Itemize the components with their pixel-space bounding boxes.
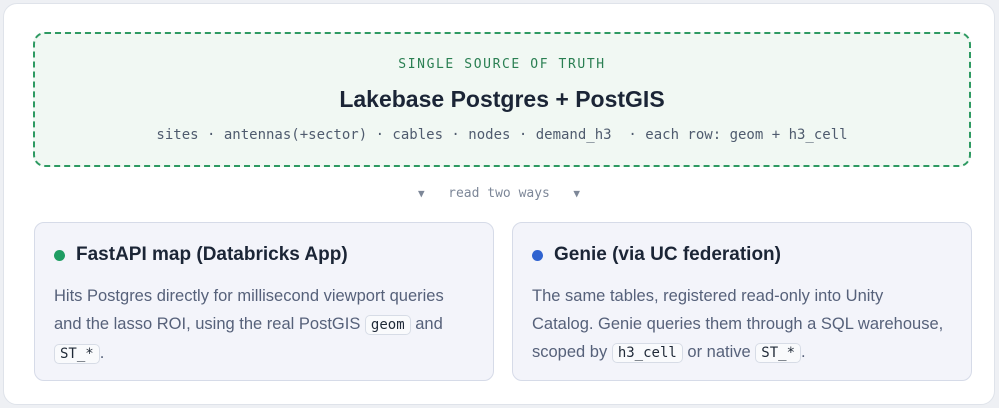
source-tables: sites · antennas(+sector) · cables · nod…	[156, 127, 848, 143]
card-genie: Genie (via UC federation) The same table…	[512, 222, 972, 381]
code-geom: geom	[364, 315, 411, 335]
body-text: and	[410, 315, 443, 333]
down-arrow-icon: ▼	[573, 187, 580, 200]
source-title: Lakebase Postgres + PostGIS	[339, 86, 665, 112]
body-text: or native	[682, 343, 756, 361]
card-body: Hits Postgres directly for millisecond v…	[54, 282, 471, 368]
card-fastapi-map: FastAPI map (Databricks App) Hits Postgr…	[34, 222, 494, 381]
card-header: Genie (via UC federation)	[532, 244, 781, 266]
down-arrow-icon: ▼	[418, 187, 425, 200]
body-text: .	[99, 344, 105, 362]
code-st-functions: ST_*	[755, 343, 802, 363]
connector-label: read two ways	[448, 186, 550, 201]
card-body: The same tables, registered read-only in…	[532, 282, 949, 367]
source-eyebrow: SINGLE SOURCE OF TRUTH	[398, 57, 606, 72]
card-title: FastAPI map (Databricks App)	[76, 244, 348, 265]
status-dot-icon	[54, 249, 65, 261]
source-of-truth-box: SINGLE SOURCE OF TRUTH Lakebase Postgres…	[33, 32, 971, 167]
code-st-functions: ST_*	[54, 344, 100, 364]
card-header: FastAPI map (Databricks App)	[54, 244, 348, 266]
body-text: .	[801, 343, 806, 361]
diagram-frame: SINGLE SOURCE OF TRUTH Lakebase Postgres…	[3, 3, 995, 405]
status-dot-icon	[532, 249, 543, 261]
code-h3-cell: h3_cell	[611, 343, 683, 363]
card-title: Genie (via UC federation)	[554, 244, 781, 265]
read-two-ways-connector: ▼ read two ways ▼	[4, 186, 994, 201]
